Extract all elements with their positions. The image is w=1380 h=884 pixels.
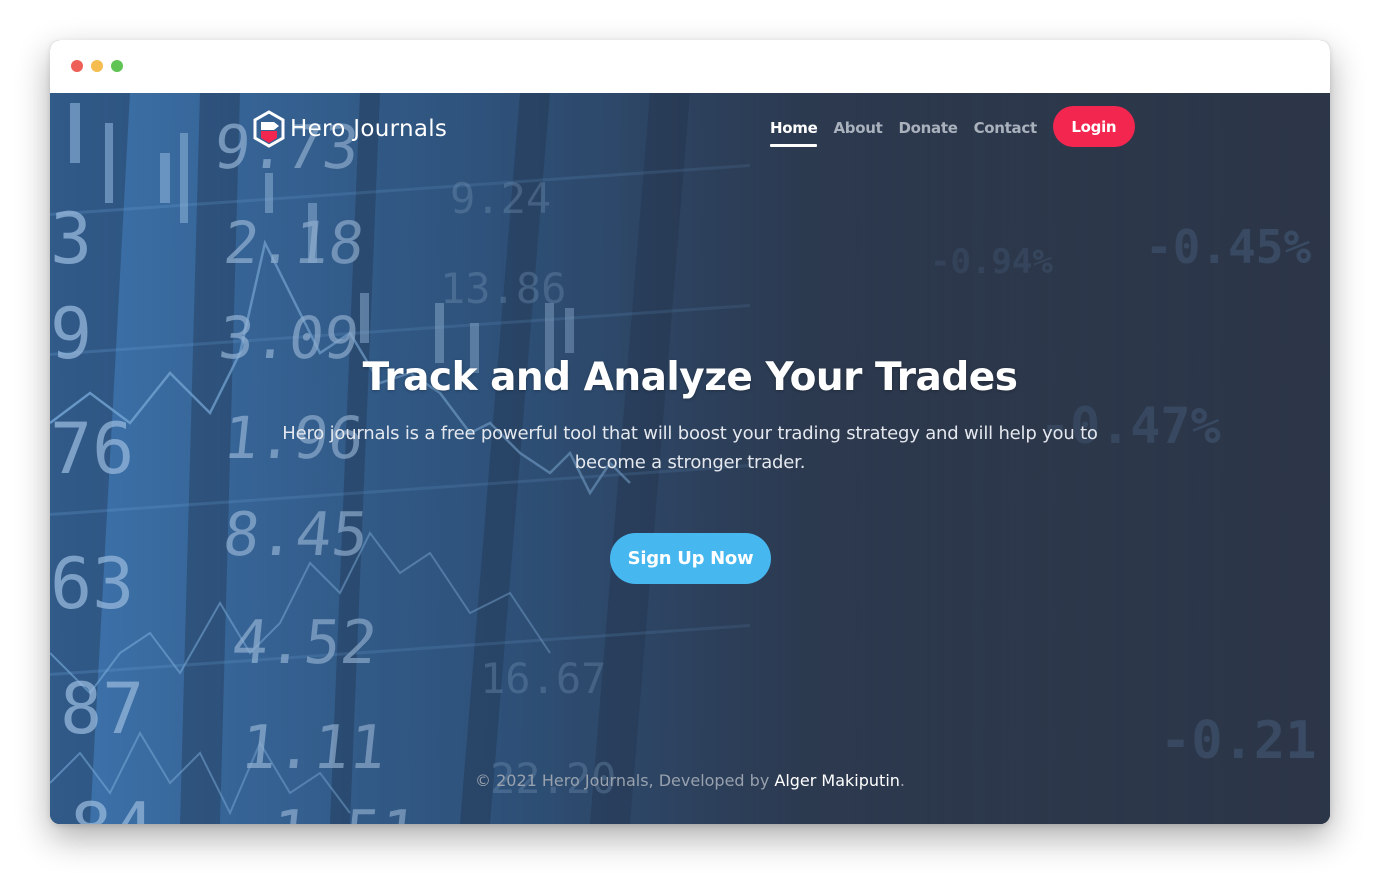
nav-donate[interactable]: Donate	[898, 107, 957, 147]
window-titlebar	[50, 40, 1330, 94]
hero-headline: Track and Analyze Your Trades	[362, 355, 1018, 400]
footer-copyright: © 2021 Hero Journals, Developed by	[475, 771, 775, 790]
close-window-button[interactable]	[71, 60, 83, 72]
hero-subtext: Hero journals is a free powerful tool th…	[282, 423, 1098, 473]
minimize-window-button[interactable]	[91, 60, 103, 72]
zoom-window-button[interactable]	[111, 60, 123, 72]
hexagon-logo-icon	[253, 110, 285, 148]
footer-suffix: .	[899, 771, 905, 790]
footer: © 2021 Hero Journals, Developed by Alger…	[50, 771, 1330, 790]
browser-window: 9.73 2.18 3.09 1.96 8.45 4.52 1.11 1.51 …	[50, 40, 1330, 824]
brand-link[interactable]: Hero Journals	[252, 110, 447, 148]
login-button[interactable]: Login	[1052, 106, 1135, 147]
nav-contact[interactable]: Contact	[974, 107, 1038, 147]
main-nav: Home About Donate Contact Login	[762, 106, 1135, 147]
brand-name: Hero Journals	[290, 116, 448, 142]
hero-section: 9.73 2.18 3.09 1.96 8.45 4.52 1.11 1.51 …	[50, 93, 1330, 824]
footer-author-link[interactable]: Alger Makiputin	[774, 771, 900, 790]
sign-up-button[interactable]: Sign Up Now	[610, 533, 771, 584]
nav-about[interactable]: About	[833, 107, 882, 147]
nav-home[interactable]: Home	[770, 107, 818, 147]
